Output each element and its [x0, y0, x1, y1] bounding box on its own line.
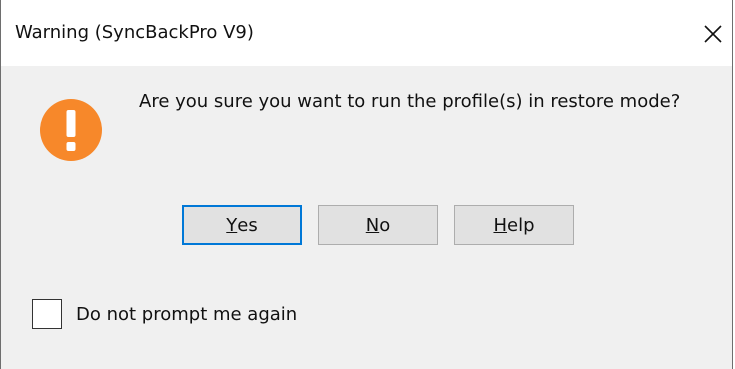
no-button-accelerator: N [365, 214, 380, 236]
yes-button-label: es [237, 214, 258, 236]
close-button[interactable] [694, 10, 730, 56]
do-not-prompt-label[interactable]: Do not prompt me again [76, 304, 297, 325]
do-not-prompt-row[interactable]: Do not prompt me again [32, 297, 297, 331]
help-button-label: elp [507, 214, 535, 236]
help-button[interactable]: Help [454, 205, 574, 245]
title-bar: Warning (SyncBackPro V9) [1, 0, 732, 66]
help-button-accelerator: H [493, 214, 508, 236]
yes-button[interactable]: Yes [182, 205, 302, 245]
no-button[interactable]: No [318, 205, 438, 245]
warning-exclamation-icon [40, 99, 102, 161]
dialog-message: Are you sure you want to run the profile… [139, 91, 681, 112]
yes-button-accelerator: Y [226, 214, 238, 236]
close-icon [704, 25, 722, 43]
window-title: Warning (SyncBackPro V9) [15, 22, 254, 43]
do-not-prompt-checkbox[interactable] [32, 299, 62, 329]
no-button-label: o [379, 214, 391, 236]
dialog-content: Are you sure you want to run the profile… [1, 66, 732, 369]
warning-dialog: Warning (SyncBackPro V9) Are you sure yo… [0, 0, 733, 369]
